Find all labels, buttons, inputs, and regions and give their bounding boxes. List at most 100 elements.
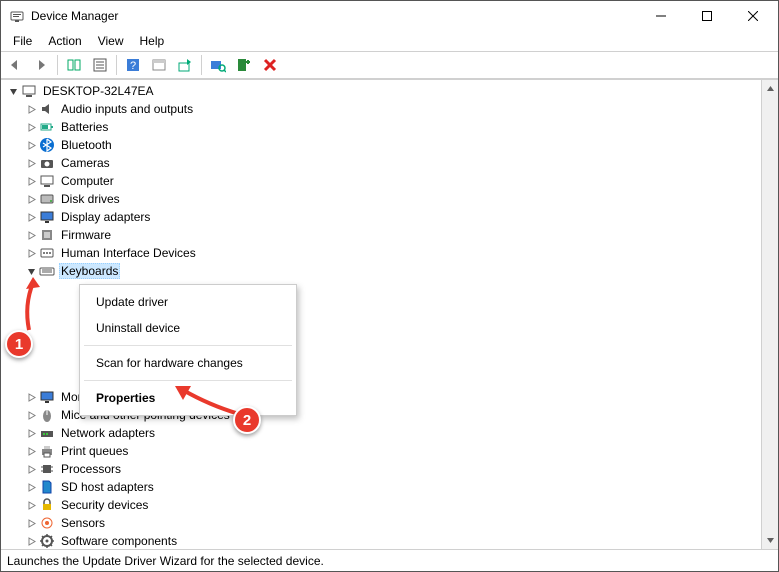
expander-icon[interactable] bbox=[23, 231, 39, 240]
tree-node[interactable]: Print queues bbox=[1, 442, 778, 460]
tree-node-label: Bluetooth bbox=[59, 138, 114, 152]
svg-text:?: ? bbox=[130, 60, 136, 72]
tree-node[interactable]: SD host adapters bbox=[1, 478, 778, 496]
menu-help[interactable]: Help bbox=[132, 32, 173, 50]
hid-icon bbox=[39, 245, 55, 261]
tree-node[interactable]: Disk drives bbox=[1, 190, 778, 208]
tree-node[interactable]: Firmware bbox=[1, 226, 778, 244]
expander-icon[interactable] bbox=[23, 411, 39, 420]
monitor-icon bbox=[39, 389, 55, 405]
battery-icon bbox=[39, 119, 55, 135]
scroll-up-icon[interactable] bbox=[762, 80, 778, 97]
tree-node-label: Batteries bbox=[59, 120, 110, 134]
toolbar: ? bbox=[1, 51, 778, 79]
expander-icon[interactable] bbox=[23, 249, 39, 258]
bluetooth-icon bbox=[39, 137, 55, 153]
expander-icon[interactable] bbox=[23, 429, 39, 438]
mouse-icon bbox=[39, 407, 55, 423]
menu-view[interactable]: View bbox=[90, 32, 132, 50]
scroll-down-icon[interactable] bbox=[762, 532, 778, 549]
sensor-icon bbox=[39, 515, 55, 531]
expander-icon[interactable] bbox=[23, 177, 39, 186]
expander-icon[interactable] bbox=[23, 141, 39, 150]
expander-icon[interactable] bbox=[23, 537, 39, 546]
update-driver-button[interactable] bbox=[173, 53, 197, 77]
minimize-button[interactable] bbox=[638, 1, 684, 31]
software-icon bbox=[39, 533, 55, 549]
menu-file[interactable]: File bbox=[5, 32, 40, 50]
tree-node[interactable]: Computer bbox=[1, 172, 778, 190]
menubar: File Action View Help bbox=[1, 31, 778, 51]
expander-icon[interactable] bbox=[23, 105, 39, 114]
tree-node[interactable]: Display adapters bbox=[1, 208, 778, 226]
context-menu-item[interactable]: Scan for hardware changes bbox=[82, 350, 294, 376]
sd-icon bbox=[39, 479, 55, 495]
tree-node-label: Audio inputs and outputs bbox=[59, 102, 195, 116]
tree-node[interactable]: Software components bbox=[1, 532, 778, 549]
tree-node[interactable]: Batteries bbox=[1, 118, 778, 136]
expander-icon[interactable] bbox=[23, 123, 39, 132]
tree-node-label: Processors bbox=[59, 462, 123, 476]
window-title: Device Manager bbox=[31, 9, 118, 23]
tree-node-label: Human Interface Devices bbox=[59, 246, 198, 260]
annotation-callout-2: 2 bbox=[233, 406, 261, 434]
tree-node-label: Print queues bbox=[59, 444, 130, 458]
expander-icon[interactable] bbox=[23, 393, 39, 402]
expander-icon[interactable] bbox=[23, 519, 39, 528]
expander-icon[interactable] bbox=[23, 501, 39, 510]
tree-node-label: Keyboards bbox=[59, 263, 120, 279]
context-menu-item[interactable]: Update driver bbox=[82, 289, 294, 315]
tree-node[interactable]: Human Interface Devices bbox=[1, 244, 778, 262]
disk-icon bbox=[39, 191, 55, 207]
camera-icon bbox=[39, 155, 55, 171]
vertical-scrollbar[interactable] bbox=[761, 80, 778, 549]
uninstall-device-button[interactable] bbox=[258, 53, 282, 77]
tree-node[interactable]: Network adapters bbox=[1, 424, 778, 442]
expander-icon[interactable] bbox=[23, 213, 39, 222]
tree-node[interactable]: Audio inputs and outputs bbox=[1, 100, 778, 118]
help-button[interactable]: ? bbox=[121, 53, 145, 77]
computer-icon bbox=[21, 83, 37, 99]
status-text: Launches the Update Driver Wizard for th… bbox=[7, 554, 324, 568]
tree-node[interactable]: Bluetooth bbox=[1, 136, 778, 154]
back-button[interactable] bbox=[3, 53, 27, 77]
tree-node[interactable]: Cameras bbox=[1, 154, 778, 172]
maximize-button[interactable] bbox=[684, 1, 730, 31]
titlebar: Device Manager bbox=[1, 1, 778, 31]
context-menu-item[interactable]: Uninstall device bbox=[82, 315, 294, 341]
close-button[interactable] bbox=[730, 1, 776, 31]
properties-button[interactable] bbox=[88, 53, 112, 77]
expander-icon[interactable] bbox=[23, 195, 39, 204]
computer-icon bbox=[39, 173, 55, 189]
tree-root-label: DESKTOP-32L47EA bbox=[41, 84, 156, 98]
processor-icon bbox=[39, 461, 55, 477]
context-menu-separator bbox=[84, 345, 292, 346]
tree-node[interactable]: Sensors bbox=[1, 514, 778, 532]
security-icon bbox=[39, 497, 55, 513]
show-hide-console-button[interactable] bbox=[62, 53, 86, 77]
add-legacy-hardware-button[interactable] bbox=[232, 53, 256, 77]
tree-area: DESKTOP-32L47EA Audio inputs and outputs… bbox=[1, 79, 778, 549]
expander-icon[interactable] bbox=[23, 159, 39, 168]
expander-icon[interactable] bbox=[23, 447, 39, 456]
expander-icon[interactable] bbox=[23, 483, 39, 492]
tree-node-label: SD host adapters bbox=[59, 480, 156, 494]
app-icon bbox=[9, 8, 25, 24]
scan-hardware-button[interactable] bbox=[206, 53, 230, 77]
menu-action[interactable]: Action bbox=[40, 32, 89, 50]
firmware-icon bbox=[39, 227, 55, 243]
expander-icon[interactable] bbox=[5, 87, 21, 96]
tree-node[interactable]: Keyboards bbox=[1, 262, 778, 280]
tree-node[interactable]: Processors bbox=[1, 460, 778, 478]
forward-button[interactable] bbox=[29, 53, 53, 77]
action-toolbar-button[interactable] bbox=[147, 53, 171, 77]
tree-node[interactable]: Security devices bbox=[1, 496, 778, 514]
tree-node-label: Disk drives bbox=[59, 192, 122, 206]
tree-node-label: Software components bbox=[59, 534, 179, 548]
audio-icon bbox=[39, 101, 55, 117]
tree-root[interactable]: DESKTOP-32L47EA bbox=[1, 82, 778, 100]
tree-node-label: Security devices bbox=[59, 498, 150, 512]
network-icon bbox=[39, 425, 55, 441]
device-manager-window: Device Manager File Action View Help ? bbox=[0, 0, 779, 572]
expander-icon[interactable] bbox=[23, 465, 39, 474]
